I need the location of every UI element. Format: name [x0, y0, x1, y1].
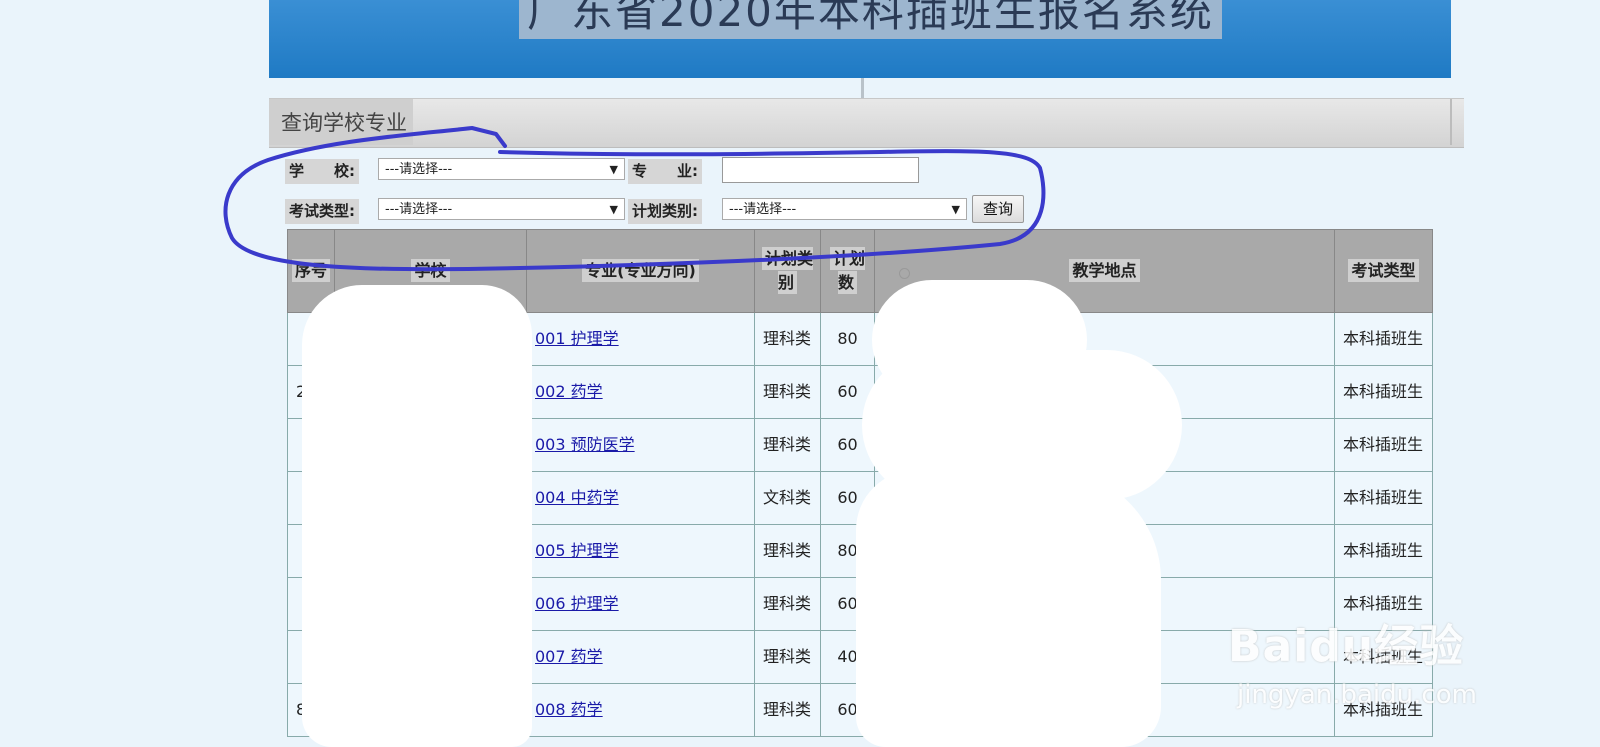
watermark-logo: Baidu经验 [1228, 621, 1465, 672]
watermark-url: jingyan.baidu.com [1237, 680, 1477, 710]
